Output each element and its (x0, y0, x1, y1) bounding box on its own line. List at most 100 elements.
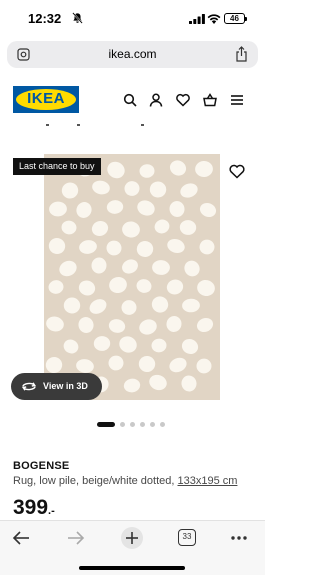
rug-dot (93, 336, 111, 351)
battery-indicator: 46 (224, 13, 247, 24)
rug-dot (76, 202, 92, 218)
rug-dot (138, 355, 156, 373)
rug-dot (123, 378, 141, 393)
rug-dot (107, 161, 125, 179)
rug-dot (151, 296, 169, 313)
rug-dot (61, 220, 77, 235)
rug-dot (154, 219, 170, 234)
rug-dot (78, 317, 94, 333)
rug-dot (197, 279, 215, 297)
pager-dot[interactable] (160, 422, 165, 427)
rug-dot (122, 221, 140, 238)
shopping-bag-icon[interactable] (203, 93, 217, 107)
rug-dot (139, 164, 155, 178)
product-name: BOGENSE (13, 460, 70, 472)
rug-dot (181, 338, 199, 355)
rug-dot (106, 200, 124, 214)
breadcrumb-partial (0, 122, 265, 130)
rug-dot (79, 240, 97, 254)
rug-dot (121, 300, 137, 315)
rug-dot (169, 201, 185, 217)
rug-dot (91, 220, 109, 237)
rug-dot (180, 183, 198, 198)
rug-dot (46, 316, 64, 332)
rug-dot (48, 280, 64, 294)
add-to-wishlist-heart-icon[interactable] (229, 164, 245, 179)
search-icon[interactable] (123, 93, 137, 107)
product-image[interactable] (44, 154, 220, 400)
plus-icon (126, 532, 138, 544)
rug-dot (91, 257, 107, 274)
pager-dot[interactable] (140, 422, 145, 427)
rug-dot (49, 201, 67, 217)
product-description: Rug, low pile, beige/white dotted, 133x1… (13, 475, 237, 487)
rug-dot (152, 260, 170, 275)
view-in-3d-button[interactable]: View in 3D (11, 373, 102, 400)
pager-dot[interactable] (97, 421, 115, 427)
ikea-logo[interactable]: IKEA (13, 86, 79, 113)
pager-dot[interactable] (150, 422, 155, 427)
rug-dot (119, 336, 137, 353)
rug-dot (149, 181, 167, 198)
price-suffix: .- (48, 505, 55, 517)
rug-dot (166, 316, 182, 332)
rug-dot (169, 160, 187, 176)
pager-dot[interactable] (130, 422, 135, 427)
rug-dot (124, 181, 140, 196)
rug-dot (48, 237, 66, 255)
status-time: 12:32 (28, 11, 62, 26)
profile-icon[interactable] (149, 93, 163, 107)
rug-dot-pattern (45, 160, 217, 393)
status-bar: 12:32 46 (0, 0, 265, 38)
pager-dot[interactable] (120, 422, 125, 427)
tabs-count-button[interactable]: 33 (178, 529, 196, 546)
rug-dot (169, 357, 187, 373)
rug-dot (139, 319, 157, 335)
rug-dot (199, 203, 217, 217)
rug-dot (136, 279, 152, 293)
last-chance-badge: Last chance to buy (13, 158, 101, 175)
rug-dot (151, 338, 167, 353)
rug-dot (89, 299, 107, 314)
wifi-icon (207, 14, 221, 24)
address-bar[interactable]: ikea.com (7, 41, 258, 68)
rug-dot (167, 238, 185, 254)
menu-icon[interactable] (230, 93, 244, 107)
share-icon[interactable] (235, 46, 248, 62)
signal-icon (189, 14, 205, 24)
url-text[interactable]: ikea.com (7, 47, 258, 61)
rug-dot (108, 319, 126, 333)
more-options-icon[interactable] (229, 529, 249, 547)
product-price: 399.- (13, 496, 55, 520)
rug-dot (196, 358, 212, 374)
rug-dot (109, 276, 127, 294)
view-in-3d-label: View in 3D (43, 381, 88, 391)
new-tab-button[interactable] (121, 527, 143, 549)
wishlist-heart-icon[interactable] (176, 93, 190, 107)
rug-dot (196, 318, 214, 332)
rug-dot (136, 240, 154, 258)
rug-dot (59, 260, 77, 277)
rug-dot (61, 182, 79, 199)
rug-dot (122, 259, 138, 274)
rotate-3d-icon (22, 382, 36, 391)
forward-arrow-icon[interactable] (66, 529, 86, 547)
price-value: 399 (13, 496, 49, 519)
back-arrow-icon[interactable] (11, 529, 31, 547)
rug-dot (149, 374, 167, 391)
size-link[interactable]: 133x195 cm (178, 475, 238, 487)
rug-dot (78, 280, 96, 296)
rug-dot (63, 297, 81, 314)
rug-dot (181, 375, 197, 392)
logo-text: IKEA (27, 90, 65, 107)
rug-dot (92, 180, 110, 195)
product-description-text: Rug, low pile, beige/white dotted, (13, 475, 175, 487)
rug-dot (106, 240, 122, 256)
rug-dot (199, 239, 215, 255)
rug-dot (179, 220, 197, 235)
bell-muted-icon (72, 12, 83, 24)
rug-dot (76, 359, 94, 373)
image-pager[interactable] (0, 419, 265, 429)
rug-dot (108, 355, 124, 371)
rug-dot (63, 339, 79, 354)
